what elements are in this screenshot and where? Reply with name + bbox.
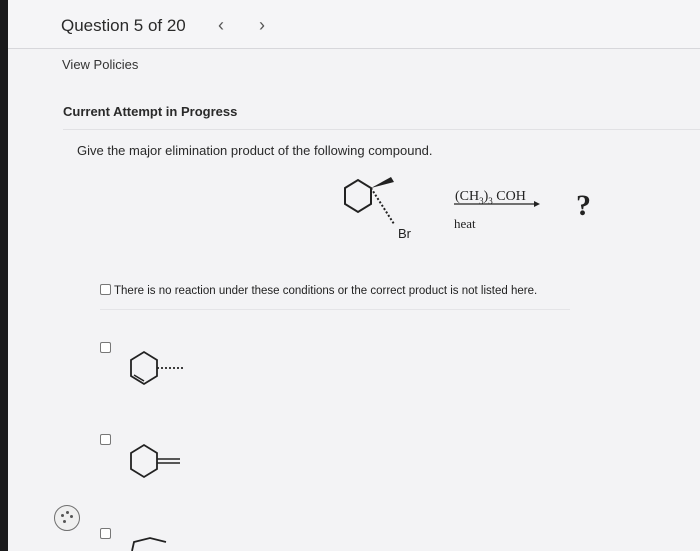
- methyl-wedge: [371, 177, 394, 188]
- option-3-checkbox[interactable]: [100, 434, 111, 445]
- unknown-product: ?: [576, 189, 591, 222]
- option-4-structure[interactable]: [126, 528, 186, 551]
- divider: [100, 309, 570, 310]
- divider: [63, 129, 700, 130]
- reactant-structure: Br: [344, 177, 412, 241]
- option-3-structure[interactable]: [116, 440, 211, 485]
- bromine-label: Br: [398, 226, 412, 241]
- attempt-status: Current Attempt in Progress: [63, 104, 238, 119]
- option-2-structure[interactable]: [116, 342, 211, 392]
- option-1-checkbox[interactable]: [100, 284, 111, 295]
- option-2-checkbox[interactable]: [100, 342, 111, 353]
- option-1-label: There is no reaction under these conditi…: [114, 285, 538, 297]
- reaction-condition: heat: [454, 216, 476, 231]
- question-header: Question 5 of 20 ‹ ›: [8, 0, 700, 49]
- view-policies-link[interactable]: View Policies: [62, 57, 138, 72]
- question-prompt: Give the major elimination product of th…: [77, 143, 433, 158]
- chevron-left-icon[interactable]: ‹: [218, 15, 224, 36]
- bromine-bond: [370, 187, 395, 225]
- reaction-arrow: [454, 201, 540, 207]
- app-screen: Question 5 of 20 ‹ › View Policies Curre…: [8, 0, 700, 551]
- chevron-right-icon[interactable]: ›: [259, 15, 265, 36]
- cyclohexane-ring: [344, 178, 372, 214]
- option-4-checkbox[interactable]: [100, 528, 111, 539]
- question-counter: Question 5 of 20: [61, 16, 186, 35]
- palette-icon[interactable]: [54, 505, 80, 531]
